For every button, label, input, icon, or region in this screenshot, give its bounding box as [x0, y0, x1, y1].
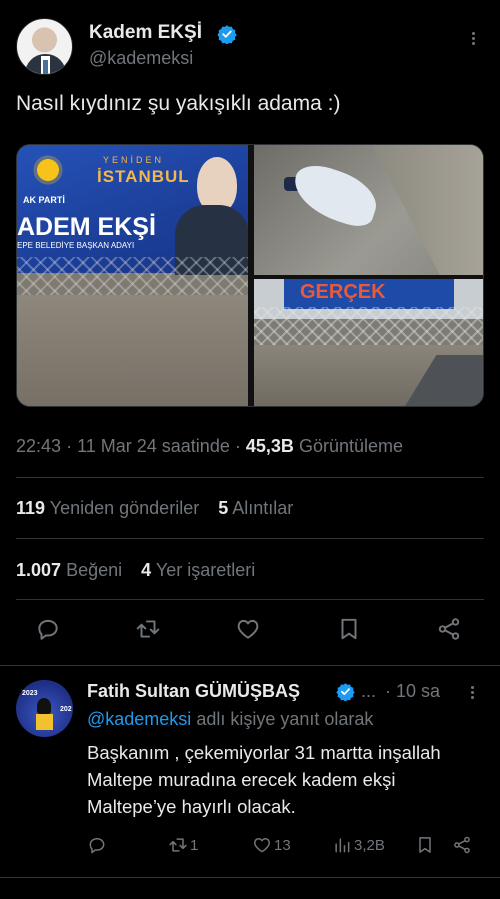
reply-reply-button[interactable] — [87, 834, 107, 856]
bookmark-icon — [419, 837, 431, 853]
reply-icon — [89, 838, 105, 854]
avatar-podium — [36, 714, 53, 730]
reply-author-name[interactable]: Fatih Sultan GÜMÜŞBAŞ — [87, 681, 300, 702]
media-image-wall[interactable]: GERÇEK — [254, 279, 483, 406]
media-image-banner[interactable]: AK PARTİ YENİDEN İSTANBUL ADEM EKŞİ EPE … — [17, 145, 248, 406]
likes-count: 1.007 — [16, 560, 62, 580]
views-count: 45,3B — [245, 436, 294, 456]
reply-icon — [38, 619, 58, 640]
repost-icon — [136, 620, 160, 638]
reply-repost-button[interactable]: 1 — [168, 834, 198, 856]
post-text: Nasıl kıydınız şu yakışıklı adama :) — [16, 92, 341, 115]
post-media-grid: AK PARTİ YENİDEN İSTANBUL ADEM EKŞİ EPE … — [16, 144, 484, 407]
more-options-icon[interactable] — [465, 30, 481, 52]
reply-author-avatar[interactable]: 2023 202 — [16, 680, 73, 737]
meta-dot-2: · — [234, 436, 241, 456]
bookmark-button[interactable] — [336, 616, 366, 646]
fence — [17, 257, 248, 297]
mention-link[interactable]: @kademeksi — [87, 709, 191, 729]
repost-button[interactable] — [135, 616, 165, 646]
banner-name: ADEM EKŞİ — [17, 213, 156, 241]
ak-parti-logo-icon — [31, 153, 65, 187]
post-date[interactable]: 11 Mar 24 saatinde — [77, 436, 230, 456]
distant-banner-text: GERÇEK — [300, 281, 386, 303]
reply-button[interactable] — [35, 616, 65, 646]
banner-party-text: AK PARTİ — [23, 195, 65, 205]
author-avatar[interactable] — [16, 18, 73, 75]
verified-badge-icon — [217, 25, 237, 44]
likes-stat[interactable]: 1.007 Beğeni — [16, 560, 122, 580]
share-button[interactable] — [436, 616, 466, 646]
reply-like-button[interactable]: 13 — [252, 834, 291, 856]
replying-to: @kademeksi adlı kişiye yanıt olarak — [87, 709, 373, 730]
more-options-icon[interactable] — [466, 684, 478, 704]
like-stats-row: 1.007 Beğeni 4 Yer işaretleri — [16, 560, 255, 581]
bookmarks-stat[interactable]: 4 Yer işaretleri — [141, 560, 255, 580]
verified-badge-icon — [336, 683, 355, 701]
banner-subtitle: EPE BELEDİYE BAŞKAN ADAYI — [17, 241, 135, 250]
banner-city: İSTANBUL — [97, 167, 190, 186]
avatar-year-right: 202 — [60, 706, 72, 713]
meta-dot: · — [66, 436, 73, 456]
bookmarks-label: Yer işaretleri — [155, 560, 256, 580]
divider — [16, 538, 484, 539]
reply-views-count: 3,2B — [354, 836, 385, 854]
share-icon — [454, 836, 470, 854]
author-handle[interactable]: @kademeksi — [89, 48, 193, 69]
post-meta: 22:43 · 11 Mar 24 saatinde · 45,3B Görün… — [16, 436, 403, 457]
section-divider — [0, 877, 500, 878]
bookmarks-count: 4 — [141, 560, 152, 580]
divider — [16, 599, 484, 600]
reply-handle-truncated[interactable]: ... — [361, 681, 376, 702]
post-time[interactable]: 22:43 — [16, 436, 61, 456]
repost-icon — [169, 838, 187, 852]
quotes-stat[interactable]: 5 Alıntılar — [218, 498, 293, 518]
post-action-bar — [0, 616, 500, 652]
avatar-speaker — [37, 698, 51, 714]
reposts-label: Yeniden gönderiler — [49, 498, 200, 518]
reply-text: Başkanım , çekemiyorlar 31 martta inşall… — [87, 742, 441, 817]
heart-icon — [237, 619, 259, 639]
bookmark-icon — [341, 618, 357, 640]
concrete-wall — [17, 295, 248, 406]
share-icon — [438, 618, 460, 640]
avatar-tie — [43, 60, 48, 74]
avatar-year-left: 2023 — [22, 690, 38, 697]
divider — [16, 477, 484, 478]
banner-city-prefix: YENİDEN — [103, 155, 165, 165]
reposts-count: 119 — [16, 498, 46, 518]
quotes-label: Alıntılar — [232, 498, 294, 518]
likes-label: Beğeni — [66, 560, 123, 580]
reposts-stat[interactable]: 119 Yeniden gönderiler — [16, 498, 199, 518]
reply-post[interactable]: 2023 202 Fatih Sultan GÜMÜŞBAŞ ... · 10 … — [0, 666, 500, 876]
reply-views-button[interactable]: 3,2B — [332, 834, 385, 856]
media-image-fallen-banner[interactable] — [254, 145, 483, 275]
reply-time[interactable]: · 10 sa — [385, 681, 440, 702]
reply-like-count: 13 — [274, 836, 291, 854]
reply-share-button[interactable] — [452, 834, 472, 856]
quotes-count: 5 — [218, 498, 229, 518]
repost-stats-row: 119 Yeniden gönderiler 5 Alıntılar — [16, 498, 293, 519]
reply-action-bar: 1 13 3,2B — [0, 834, 500, 858]
author-name[interactable]: Kadem EKŞİ — [89, 22, 202, 44]
reply-bookmark-button[interactable] — [415, 834, 435, 856]
heart-icon — [254, 838, 270, 853]
like-button[interactable] — [235, 616, 265, 646]
replying-to-label: adlı kişiye yanıt olarak — [196, 709, 374, 729]
views-chart-icon — [335, 838, 350, 853]
views-label: Görüntüleme — [298, 436, 403, 456]
reply-repost-count: 1 — [190, 836, 199, 854]
